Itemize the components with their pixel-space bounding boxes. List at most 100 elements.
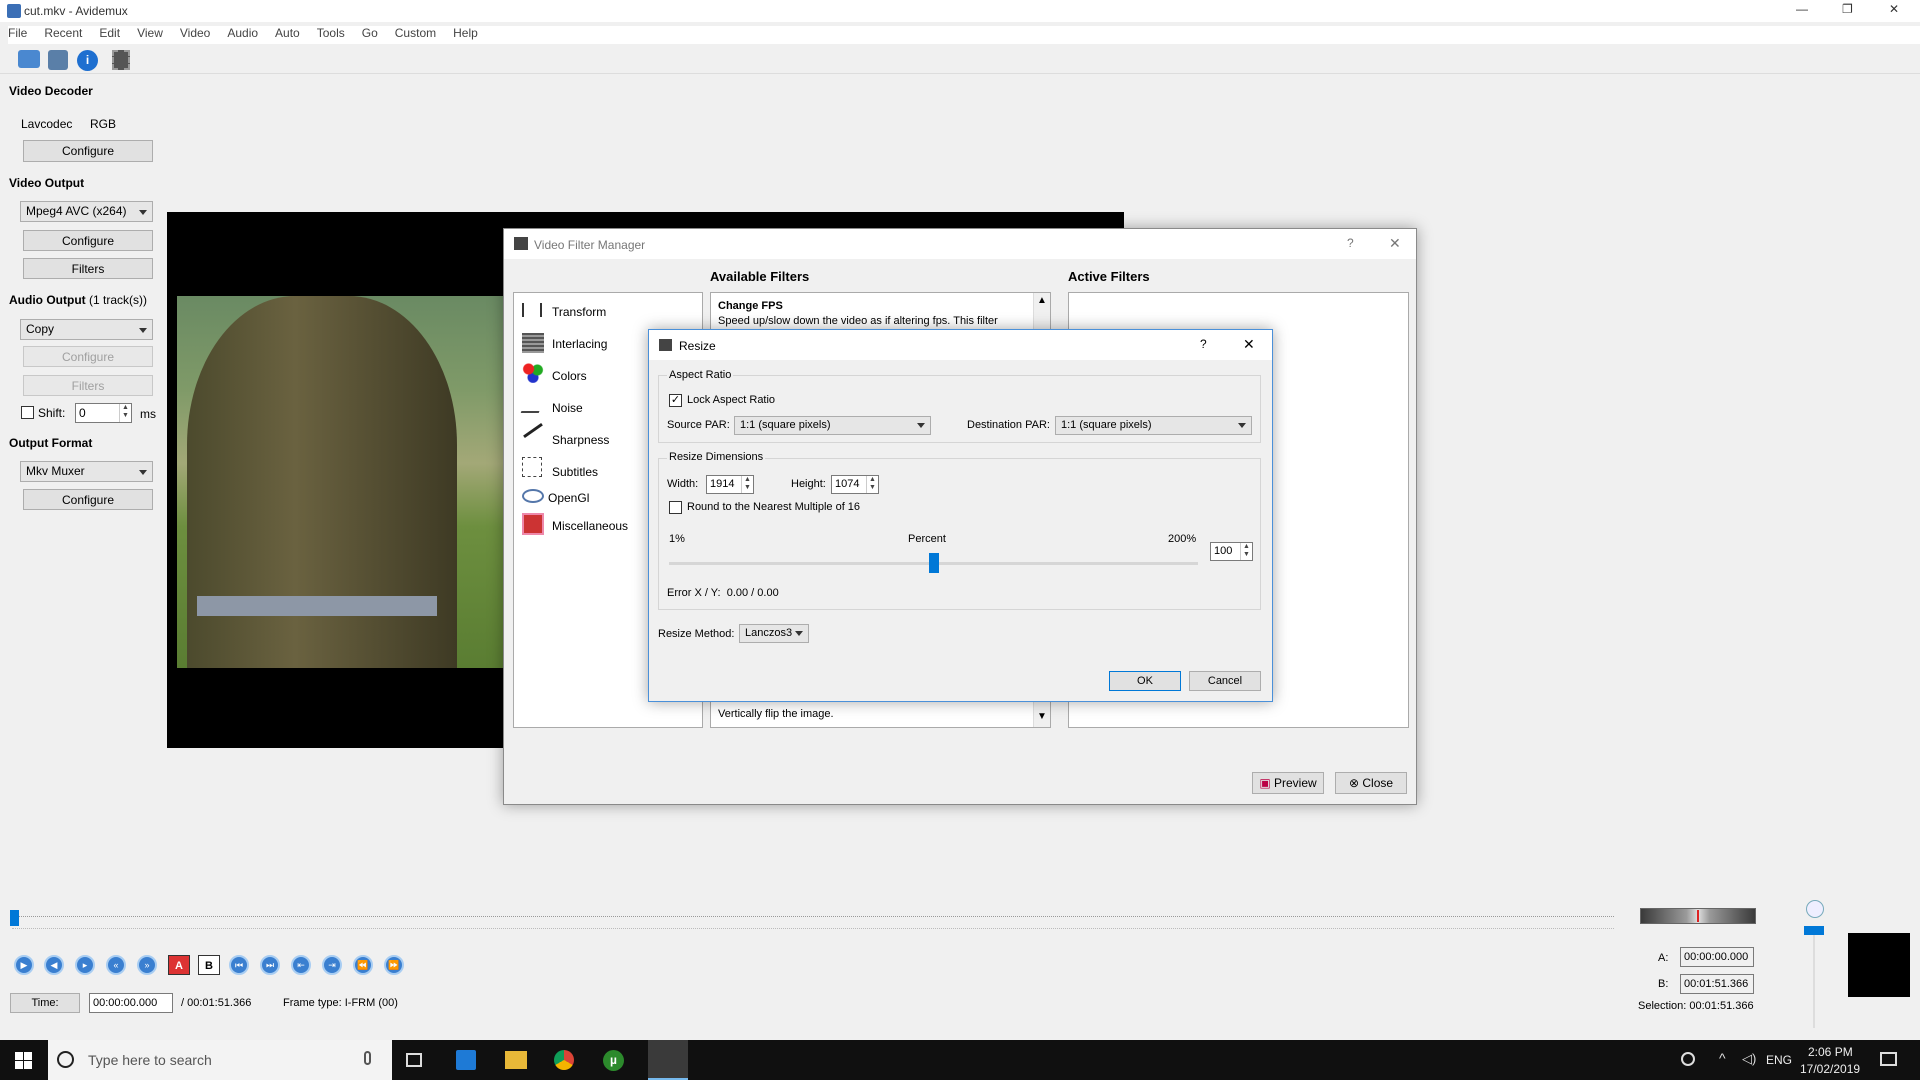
taskbar-search-box[interactable]: Type here to search: [48, 1040, 392, 1080]
maximize-button[interactable]: ❐: [1842, 2, 1853, 16]
source-par-select[interactable]: 1:1 (square pixels): [734, 416, 931, 435]
play-icon[interactable]: ▶: [14, 955, 34, 975]
menu-help[interactable]: Help: [453, 26, 478, 40]
goto-end-icon[interactable]: ⏩: [384, 955, 404, 975]
video-codec-select[interactable]: Mpeg4 AVC (x264): [20, 201, 153, 222]
audio-filters-button[interactable]: Filters: [23, 375, 153, 396]
film-icon[interactable]: [112, 50, 130, 70]
spinner-icon[interactable]: ▲ ▼: [866, 476, 878, 493]
spinner-icon[interactable]: ▲ ▼: [1240, 543, 1252, 560]
spinner-icon[interactable]: ▲ ▼: [741, 476, 753, 493]
time-input[interactable]: 00:00:00.000: [89, 993, 173, 1013]
goto-marker-a-icon[interactable]: ⇤: [291, 955, 311, 975]
round-multiple-checkbox[interactable]: [669, 501, 682, 514]
rewind-icon[interactable]: «: [106, 955, 126, 975]
video-filters-button[interactable]: Filters: [23, 258, 153, 279]
menu-recent[interactable]: Recent: [44, 26, 82, 40]
vfm-close-dialog-button[interactable]: ⊗ Close: [1335, 772, 1407, 794]
resize-help-button[interactable]: ?: [1200, 337, 1207, 351]
time-button[interactable]: Time:: [10, 993, 80, 1013]
menu-go[interactable]: Go: [362, 26, 378, 40]
scroll-down-icon[interactable]: ▼: [1037, 711, 1047, 722]
menu-file[interactable]: File: [8, 26, 27, 40]
lock-aspect-checkbox[interactable]: ✓: [669, 394, 682, 407]
clock-date[interactable]: 17/02/2019: [1800, 1062, 1860, 1076]
marker-b-value: 00:01:51.366: [1680, 974, 1754, 994]
next-frame-icon[interactable]: ▸: [75, 955, 95, 975]
percent-slider-track[interactable]: [669, 553, 1198, 573]
filter-name[interactable]: Change FPS: [718, 300, 783, 312]
shift-checkbox[interactable]: [21, 406, 34, 419]
language-indicator[interactable]: ENG: [1766, 1053, 1792, 1067]
spinner-icon[interactable]: ▲ ▼: [119, 404, 131, 422]
video-configure-button[interactable]: Configure: [23, 230, 153, 251]
file-explorer-icon[interactable]: [505, 1051, 527, 1069]
avidemux-taskbar-icon[interactable]: [648, 1040, 688, 1080]
zoom-icon[interactable]: [1806, 900, 1824, 918]
audio-codec-select[interactable]: Copy: [20, 319, 153, 340]
goto-marker-b-icon[interactable]: ⇥: [322, 955, 342, 975]
info-icon[interactable]: i: [77, 50, 98, 71]
set-marker-a-icon[interactable]: A: [168, 955, 190, 975]
resize-method-select[interactable]: Lanczos3: [739, 624, 809, 643]
category-opengl[interactable]: OpenGl: [548, 491, 589, 505]
chevron-down-icon: [139, 470, 147, 475]
muxer-select[interactable]: Mkv Muxer: [20, 461, 153, 482]
category-miscellaneous[interactable]: Miscellaneous: [552, 519, 628, 533]
menu-video[interactable]: Video: [180, 26, 210, 40]
category-subtitles[interactable]: Subtitles: [552, 465, 598, 479]
goto-start-icon[interactable]: ⏪: [353, 955, 373, 975]
previous-keyframe-icon[interactable]: ⏮: [229, 955, 249, 975]
vfm-close-button[interactable]: ✕: [1389, 235, 1401, 252]
width-input[interactable]: 1914 ▲ ▼: [706, 475, 754, 494]
notifications-icon[interactable]: [1880, 1052, 1897, 1066]
muxer-configure-button[interactable]: Configure: [23, 489, 153, 510]
percent-slider-thumb[interactable]: [928, 553, 939, 573]
category-sharpness[interactable]: Sharpness: [552, 433, 609, 447]
percent-input[interactable]: 100 ▲ ▼: [1210, 542, 1253, 561]
menu-edit[interactable]: Edit: [99, 26, 120, 40]
menu-custom[interactable]: Custom: [395, 26, 436, 40]
cancel-button[interactable]: Cancel: [1189, 671, 1261, 691]
save-icon[interactable]: [48, 50, 68, 70]
microphone-icon[interactable]: [364, 1051, 371, 1065]
task-view-icon[interactable]: [406, 1053, 422, 1067]
ok-button[interactable]: OK: [1109, 671, 1181, 691]
category-colors[interactable]: Colors: [552, 369, 587, 383]
category-noise[interactable]: Noise: [552, 401, 583, 415]
close-window-button[interactable]: ✕: [1889, 2, 1899, 16]
people-icon[interactable]: [1681, 1052, 1695, 1066]
audio-configure-button[interactable]: Configure: [23, 346, 153, 367]
vfm-help-button[interactable]: ?: [1347, 236, 1354, 250]
clock-time[interactable]: 2:06 PM: [1808, 1045, 1853, 1059]
utorrent-icon[interactable]: µ: [603, 1050, 624, 1071]
tray-overflow-icon[interactable]: ^: [1719, 1050, 1726, 1066]
decoder-configure-button[interactable]: Configure: [23, 140, 153, 162]
windows-start-icon[interactable]: [15, 1052, 32, 1069]
menu-view[interactable]: View: [137, 26, 163, 40]
height-input[interactable]: 1074 ▲ ▼: [831, 475, 879, 494]
category-transform[interactable]: Transform: [552, 305, 606, 319]
open-icon[interactable]: [18, 50, 40, 68]
set-marker-b-icon[interactable]: B: [198, 955, 220, 975]
volume-icon[interactable]: ◁): [1742, 1051, 1756, 1067]
store-icon[interactable]: [456, 1050, 476, 1070]
shift-input[interactable]: 0 ▲ ▼: [75, 403, 132, 423]
minimize-button[interactable]: —: [1796, 2, 1808, 16]
volume-slider[interactable]: [1804, 926, 1824, 1028]
next-keyframe-icon[interactable]: ⏭: [260, 955, 280, 975]
preview-button[interactable]: ▣ Preview: [1252, 772, 1324, 794]
chrome-icon[interactable]: [554, 1050, 574, 1070]
menu-auto[interactable]: Auto: [275, 26, 300, 40]
timeline-thumb[interactable]: [10, 910, 19, 926]
fast-forward-icon[interactable]: »: [137, 955, 157, 975]
destination-par-select[interactable]: 1:1 (square pixels): [1055, 416, 1252, 435]
category-interlacing[interactable]: Interlacing: [552, 337, 607, 351]
resize-close-button[interactable]: ✕: [1243, 336, 1255, 353]
volume-slider-thumb[interactable]: [1804, 926, 1824, 935]
menu-audio[interactable]: Audio: [227, 26, 258, 40]
timeline-slider[interactable]: [10, 910, 1614, 926]
menu-tools[interactable]: Tools: [317, 26, 345, 40]
scroll-up-icon[interactable]: ▲: [1037, 295, 1047, 306]
previous-frame-icon[interactable]: ◀: [44, 955, 64, 975]
